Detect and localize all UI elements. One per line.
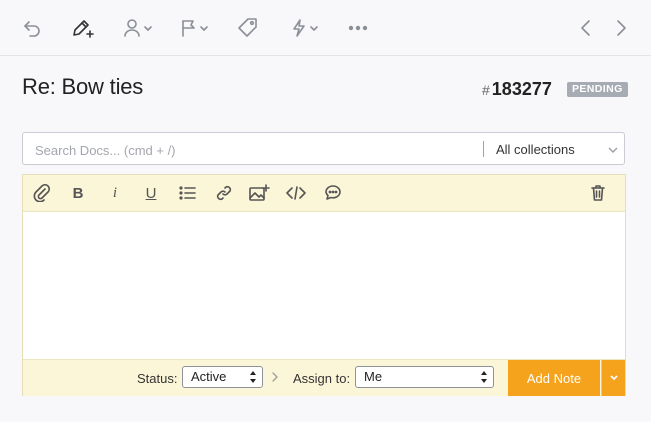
chevron-right-icon bbox=[269, 371, 281, 383]
select-arrows-icon bbox=[249, 370, 257, 390]
more-icon[interactable] bbox=[346, 14, 370, 42]
user-assign-icon[interactable] bbox=[123, 14, 155, 42]
prev-icon[interactable] bbox=[576, 14, 596, 42]
undo-icon[interactable] bbox=[20, 14, 44, 42]
tag-icon[interactable] bbox=[236, 14, 260, 42]
ticket-hash: # bbox=[482, 82, 490, 98]
status-select-value: Active bbox=[191, 369, 227, 384]
collections-select[interactable]: All collections bbox=[496, 142, 575, 157]
link-icon[interactable] bbox=[214, 184, 234, 202]
assign-select[interactable]: Me bbox=[355, 366, 494, 388]
code-icon[interactable] bbox=[286, 184, 306, 202]
attachment-icon[interactable] bbox=[32, 184, 52, 202]
chevron-down-icon[interactable] bbox=[607, 143, 619, 161]
search-divider bbox=[483, 141, 484, 157]
editor-toolbar: B i U bbox=[23, 175, 625, 212]
status-badge: PENDING bbox=[567, 82, 628, 97]
trash-icon[interactable] bbox=[588, 184, 608, 202]
italic-button[interactable]: i bbox=[105, 184, 125, 202]
next-icon[interactable] bbox=[611, 14, 631, 42]
conversation-toolbar bbox=[0, 0, 651, 56]
add-note-button[interactable]: Add Note bbox=[508, 360, 600, 396]
image-add-icon[interactable] bbox=[248, 184, 270, 202]
note-editor: B i U Status: Active Assign to: Me Add N… bbox=[22, 174, 626, 396]
list-icon[interactable] bbox=[178, 184, 198, 202]
underline-button[interactable]: U bbox=[141, 184, 161, 202]
ticket-number: # 183277 bbox=[482, 79, 552, 100]
saved-reply-icon[interactable] bbox=[323, 184, 343, 202]
bold-button[interactable]: B bbox=[68, 184, 88, 202]
note-textarea[interactable] bbox=[23, 212, 625, 359]
status-label: Status: bbox=[137, 371, 178, 386]
editor-footer: Status: Active Assign to: Me Add Note bbox=[23, 359, 625, 396]
docs-search-bar: All collections bbox=[22, 132, 625, 165]
ticket-number-value: 183277 bbox=[491, 79, 552, 99]
select-arrows-icon bbox=[480, 370, 488, 390]
bolt-icon[interactable] bbox=[290, 14, 322, 42]
assign-select-value: Me bbox=[364, 369, 383, 384]
search-input[interactable] bbox=[33, 141, 477, 159]
conversation-title: Re: Bow ties bbox=[22, 74, 144, 99]
add-note-options-button[interactable] bbox=[601, 360, 625, 396]
edit-add-icon[interactable] bbox=[70, 14, 96, 42]
assign-label: Assign to: bbox=[293, 371, 351, 386]
status-select[interactable]: Active bbox=[182, 366, 263, 388]
chevron-down-icon bbox=[609, 375, 618, 381]
flag-icon[interactable] bbox=[180, 14, 212, 42]
